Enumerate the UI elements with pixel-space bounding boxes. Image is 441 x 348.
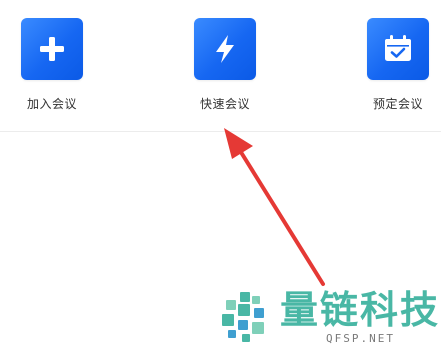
watermark-logo-icon xyxy=(222,292,264,342)
watermark-url: QFSP.NET xyxy=(326,332,395,345)
watermark-brand-name: 量链科技 xyxy=(280,288,441,332)
watermark: 量链科技 QFSP.NET xyxy=(218,288,441,348)
